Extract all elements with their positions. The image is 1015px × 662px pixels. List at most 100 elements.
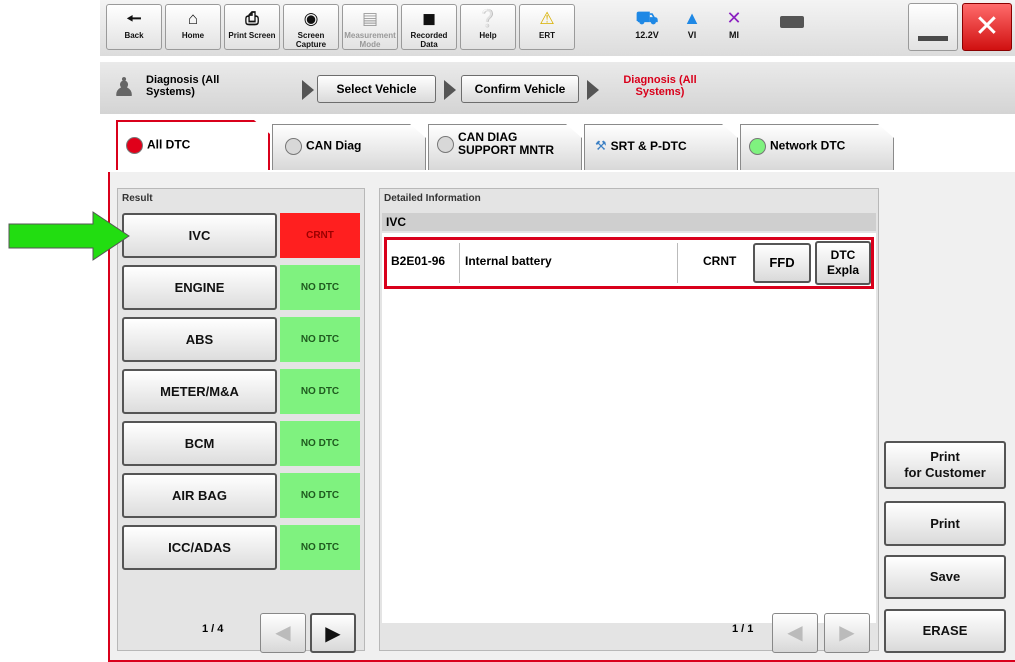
system-button[interactable]: AIR BAG: [122, 473, 277, 518]
ert-label: ERT: [539, 31, 555, 40]
status-dot-icon: [437, 136, 454, 153]
tab-all-dtc[interactable]: All DTC: [116, 120, 270, 170]
system-status-badge: NO DTC: [280, 473, 360, 518]
system-button[interactable]: METER/M&A: [122, 369, 277, 414]
minimize-icon: [918, 36, 948, 41]
tab-srt-p-dtc[interactable]: ⚒ SRT & P-DTC: [584, 124, 738, 170]
close-icon: ✕: [974, 10, 1000, 43]
ffd-button[interactable]: FFD: [753, 243, 811, 283]
diagnosis-person-icon: ♟: [112, 72, 136, 102]
camera-icon: ◉: [303, 9, 319, 28]
tools-icon: ⚒: [595, 138, 607, 153]
print-for-customer-button[interactable]: Print for Customer: [884, 441, 1006, 489]
minimize-button[interactable]: [908, 3, 958, 51]
prev-page-button[interactable]: ◀: [772, 613, 818, 653]
car-icon: ⛟: [635, 8, 659, 28]
triangle-right-icon: ▶: [839, 622, 855, 644]
help-label: Help: [479, 31, 497, 40]
page-title: Diagnosis (All Systems): [146, 74, 220, 98]
system-status-badge: NO DTC: [280, 525, 360, 570]
status-dot-icon: [285, 138, 302, 155]
divider: [677, 243, 678, 283]
dtc-expla-line2: Expla: [826, 263, 859, 277]
system-status-badge: NO DTC: [280, 317, 360, 362]
back-label: Back: [124, 31, 144, 40]
mi-label: MI: [729, 30, 739, 40]
dtc-row[interactable]: B2E01-96 Internal battery CRNT FFD DTC E…: [384, 237, 874, 289]
status-dot-icon: [126, 137, 143, 154]
system-status-badge: NO DTC: [280, 421, 360, 466]
system-button[interactable]: ABS: [122, 317, 277, 362]
next-page-button[interactable]: ▶: [310, 613, 356, 653]
system-status-badge: NO DTC: [280, 265, 360, 310]
save-button[interactable]: Save: [884, 555, 1006, 599]
select-vehicle-button[interactable]: Select Vehicle: [317, 75, 436, 103]
system-button[interactable]: IVC: [122, 213, 277, 258]
recorded-data-label: Recorded Data: [410, 31, 448, 49]
prev-page-button[interactable]: ◀: [260, 613, 306, 653]
home-button[interactable]: ⌂ Home: [165, 4, 221, 50]
battery-icon: [780, 16, 804, 28]
dtc-expla-line1: DTC: [830, 248, 856, 262]
chevron-right-icon: [302, 80, 314, 100]
screen-capture-button[interactable]: ◉ Screen Capture: [283, 4, 339, 50]
recorded-data-icon: ◼: [421, 9, 437, 28]
print-screen-label: Print Screen: [228, 31, 276, 40]
print-screen-button[interactable]: ⎙ Print Screen: [224, 4, 280, 50]
help-icon: ❔: [477, 9, 499, 28]
tab-can-diag-support-mntr[interactable]: CAN DIAG SUPPORT MNTR: [428, 124, 582, 170]
erase-button[interactable]: ERASE: [884, 609, 1006, 653]
result-page-indicator: 1 / 4: [202, 623, 224, 635]
screen-capture-label: Screen Capture: [295, 31, 327, 49]
detail-system-header: IVC: [382, 213, 876, 231]
detail-title: Detailed Information: [384, 193, 481, 204]
voltage-label: 12.2V: [635, 30, 659, 40]
help-button[interactable]: ❔ Help: [460, 4, 516, 50]
vi-label: VI: [687, 30, 697, 40]
signal-icon: ▲: [683, 8, 701, 28]
close-button[interactable]: ✕: [962, 3, 1012, 51]
meter-icon: ▤: [361, 9, 379, 28]
dtc-code: B2E01-96: [391, 254, 446, 268]
tab-label: All DTC: [147, 137, 191, 152]
triangle-left-icon: ◀: [787, 622, 803, 644]
tab-label: CAN Diag: [306, 138, 362, 153]
print-button[interactable]: Print: [884, 501, 1006, 546]
warning-icon: ⚠: [539, 9, 555, 28]
measurement-mode-label: Measurement Mode: [344, 31, 396, 49]
tab-label: CAN DIAG SUPPORT MNTR: [458, 130, 554, 157]
system-button[interactable]: BCM: [122, 421, 277, 466]
home-icon: ⌂: [187, 9, 199, 28]
next-page-button[interactable]: ▶: [824, 613, 870, 653]
measurement-mode-button[interactable]: ▤ Measurement Mode: [342, 4, 398, 50]
ert-button[interactable]: ⚠ ERT: [519, 4, 575, 50]
toolbar: 🠔 Back ⌂ Home ⎙ Print Screen ◉ Screen Ca…: [100, 0, 1015, 56]
back-arrow-icon: 🠔: [126, 9, 142, 28]
detail-page-indicator: 1 / 1: [732, 623, 754, 635]
dtc-description: Internal battery: [465, 254, 552, 268]
tab-bar: All DTC CAN Diag CAN DIAG SUPPORT MNTR ⚒…: [100, 118, 1015, 174]
home-label: Home: [181, 31, 205, 40]
tab-network-dtc[interactable]: Network DTC: [740, 124, 894, 170]
detail-panel: Detailed Information IVC B2E01-96 Intern…: [379, 188, 879, 653]
triangle-left-icon: ◀: [275, 622, 291, 644]
dtc-list: B2E01-96 Internal battery CRNT FFD DTC E…: [382, 233, 876, 623]
back-button[interactable]: 🠔 Back: [106, 4, 162, 50]
active-step: Diagnosis (All Systems): [623, 74, 697, 98]
divider: [459, 243, 460, 283]
confirm-vehicle-button[interactable]: Confirm Vehicle: [461, 75, 579, 103]
printer-icon: ⎙: [245, 9, 259, 28]
result-panel: Result IVC CRNT ENGINE NO DTC ABS NO DTC METER…: [117, 188, 365, 653]
tab-label: Network DTC: [770, 138, 846, 153]
dtc-status: CRNT: [703, 254, 737, 268]
vi-status: ▲ VI: [672, 6, 712, 40]
system-button[interactable]: ENGINE: [122, 265, 277, 310]
system-button[interactable]: ICC/ADAS: [122, 525, 277, 570]
recorded-data-button[interactable]: ◼ Recorded Data: [401, 4, 457, 50]
chevron-right-icon: [444, 80, 456, 100]
system-status-badge: NO DTC: [280, 369, 360, 414]
breadcrumb: ♟ Diagnosis (All Systems) Select Vehicle…: [100, 62, 1015, 114]
dtc-explanation-button[interactable]: DTC Expla: [815, 241, 871, 285]
disconnect-icon: ✕: [726, 8, 742, 28]
tab-can-diag[interactable]: CAN Diag: [272, 124, 426, 170]
